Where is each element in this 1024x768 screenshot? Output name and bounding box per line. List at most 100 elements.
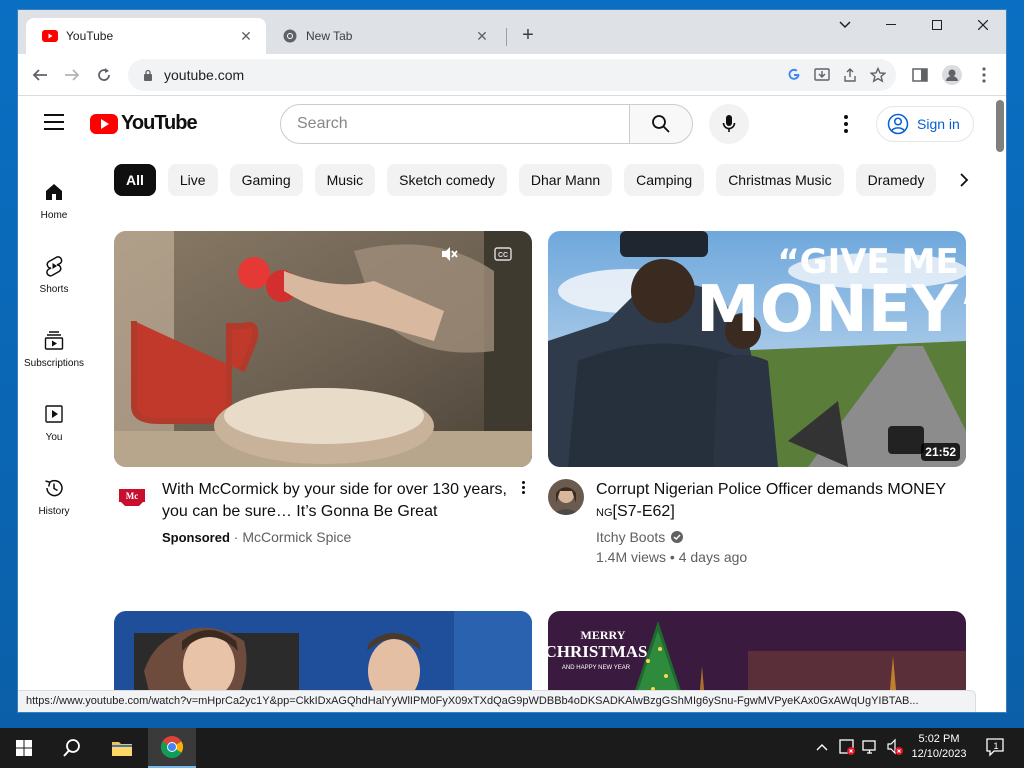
thumbnail-caption: CHRISTMAS — [548, 642, 647, 661]
taskbar-clock[interactable]: 5:02 PM 12/10/2023 — [906, 732, 972, 762]
security-warning-icon[interactable] — [838, 738, 856, 759]
video-thumbnail[interactable]: CC — [114, 231, 532, 467]
video-title[interactable]: Corrupt Nigerian Police Officer demands … — [596, 479, 946, 524]
close-window-button[interactable] — [960, 10, 1006, 40]
chip-sketch-comedy[interactable]: Sketch comedy — [387, 164, 507, 196]
youtube-favicon-icon — [42, 28, 58, 44]
title-main: Corrupt Nigerian Police Officer demands … — [596, 481, 946, 498]
video-thumbnail[interactable]: “GIVE ME MONEY” 21:52 — [548, 231, 966, 467]
voice-search-button[interactable] — [709, 104, 749, 144]
guide-item-you[interactable]: You — [18, 384, 90, 444]
tab-separator — [506, 28, 507, 46]
guide-item-subscriptions[interactable]: Subscriptions — [18, 310, 90, 370]
chrome-taskbar-button[interactable] — [148, 728, 196, 768]
svg-text:Mc: Mc — [126, 491, 139, 501]
page-scrollbar[interactable] — [996, 100, 1004, 152]
search-button[interactable] — [629, 104, 693, 144]
channel-name[interactable]: McCormick Spice — [242, 529, 351, 545]
chrome-window: YouTube ✕ New Tab ✕ + youtube.com YouTub… — [18, 10, 1006, 712]
chip-camping[interactable]: Camping — [624, 164, 705, 196]
ad-byline: Sponsored · McCormick Spice — [162, 529, 351, 545]
sign-in-label: Sign in — [917, 116, 960, 132]
channel-avatar[interactable]: Mc — [114, 479, 150, 515]
microphone-icon — [722, 115, 736, 132]
guide-item-shorts[interactable]: Shorts — [18, 236, 90, 296]
youtube-masthead: YouTube Sign in — [18, 96, 1006, 152]
chip-music[interactable]: Music — [314, 164, 376, 196]
video-card[interactable]: “GIVE ME MONEY” 21:52 Corrupt Nigerian P… — [548, 231, 966, 565]
home-icon — [42, 180, 66, 204]
sign-in-button[interactable]: Sign in — [876, 106, 974, 142]
verified-badge-icon — [671, 531, 684, 543]
share-icon[interactable] — [840, 65, 860, 85]
taskbar-search-button[interactable] — [48, 728, 96, 768]
search-input[interactable] — [297, 115, 629, 133]
close-tab-icon[interactable]: ✕ — [474, 28, 490, 44]
install-app-icon[interactable] — [812, 65, 832, 85]
bookmark-star-icon[interactable] — [868, 65, 888, 85]
file-explorer-button[interactable] — [98, 728, 146, 768]
maximize-button[interactable] — [914, 10, 960, 40]
show-hidden-icons-chevron-icon[interactable] — [816, 740, 828, 754]
chip-dramedy[interactable]: Dramedy — [855, 164, 937, 196]
side-panel-icon[interactable] — [908, 63, 932, 87]
video-menu-button[interactable] — [518, 481, 528, 499]
title-flag-code: NG — [596, 507, 613, 519]
chip-gaming[interactable]: Gaming — [229, 164, 303, 196]
new-tab-button[interactable]: + — [516, 24, 540, 48]
video-meta: Corrupt Nigerian Police Officer demands … — [548, 479, 966, 565]
video-title[interactable]: With McCormick by your side for over 130… — [162, 479, 512, 523]
tab-title: New Tab — [306, 29, 353, 43]
forward-button[interactable] — [60, 63, 84, 87]
thumbnail-caption: MERRY — [581, 628, 626, 642]
channel-row: Itchy Boots — [596, 529, 684, 545]
chrome-menu-icon[interactable] — [972, 63, 996, 87]
lock-icon[interactable] — [142, 69, 154, 81]
chip-dhar-mann[interactable]: Dhar Mann — [518, 164, 613, 196]
tab-new-tab[interactable]: New Tab ✕ — [266, 18, 502, 54]
link-status-bubble: https://www.youtube.com/watch?v=mHprCa2y… — [18, 690, 976, 712]
chips-next-button[interactable] — [948, 164, 980, 196]
youtube-logo[interactable]: YouTube — [90, 112, 198, 135]
video-card-ad[interactable]: CC Mc With McCormick by your side for ov… — [114, 231, 532, 559]
start-button[interactable] — [0, 728, 48, 768]
windows-taskbar: 5:02 PM 12/10/2023 1 — [0, 728, 1024, 768]
tab-title: YouTube — [66, 29, 114, 43]
guide-label: Shorts — [39, 284, 69, 295]
reload-button[interactable] — [92, 63, 116, 87]
back-button[interactable] — [28, 63, 52, 87]
address-bar[interactable]: youtube.com — [128, 59, 896, 91]
mute-icon[interactable] — [440, 245, 458, 268]
youtube-wordmark: YouTube — [121, 112, 198, 134]
volume-muted-icon[interactable] — [886, 738, 904, 759]
chip-all[interactable]: All — [114, 164, 156, 196]
channel-name[interactable]: Itchy Boots — [596, 529, 665, 545]
captions-icon[interactable]: CC — [494, 247, 512, 266]
settings-more-button[interactable] — [836, 112, 856, 136]
mccormick-logo-icon: Mc — [119, 489, 145, 506]
byline-separator: · — [229, 529, 243, 545]
channel-avatar[interactable] — [548, 479, 584, 515]
google-lens-icon[interactable] — [784, 65, 804, 85]
chip-live[interactable]: Live — [167, 164, 218, 196]
title-episode: [S7-E62] — [612, 503, 675, 520]
youtube-play-icon — [90, 113, 118, 134]
guide-item-home[interactable]: Home — [18, 162, 90, 222]
guide-item-history[interactable]: History — [18, 458, 90, 518]
guide-label: You — [45, 432, 63, 443]
chip-christmas-music[interactable]: Christmas Music — [716, 164, 844, 196]
network-icon[interactable] — [862, 738, 880, 759]
tab-youtube[interactable]: YouTube ✕ — [26, 18, 266, 54]
notification-count: 1 — [993, 741, 998, 751]
windows-logo-icon — [16, 740, 32, 756]
notifications-button[interactable]: 1 — [984, 736, 1006, 761]
tab-search-chevron-icon[interactable] — [822, 10, 868, 40]
shorts-icon — [42, 254, 66, 278]
close-tab-icon[interactable]: ✕ — [238, 28, 254, 44]
profile-avatar-icon[interactable] — [940, 63, 964, 87]
you-icon — [42, 402, 66, 426]
video-duration: 21:52 — [921, 443, 960, 461]
guide-menu-icon[interactable] — [44, 114, 64, 132]
minimize-button[interactable] — [868, 10, 914, 40]
chevron-right-icon — [960, 173, 969, 187]
